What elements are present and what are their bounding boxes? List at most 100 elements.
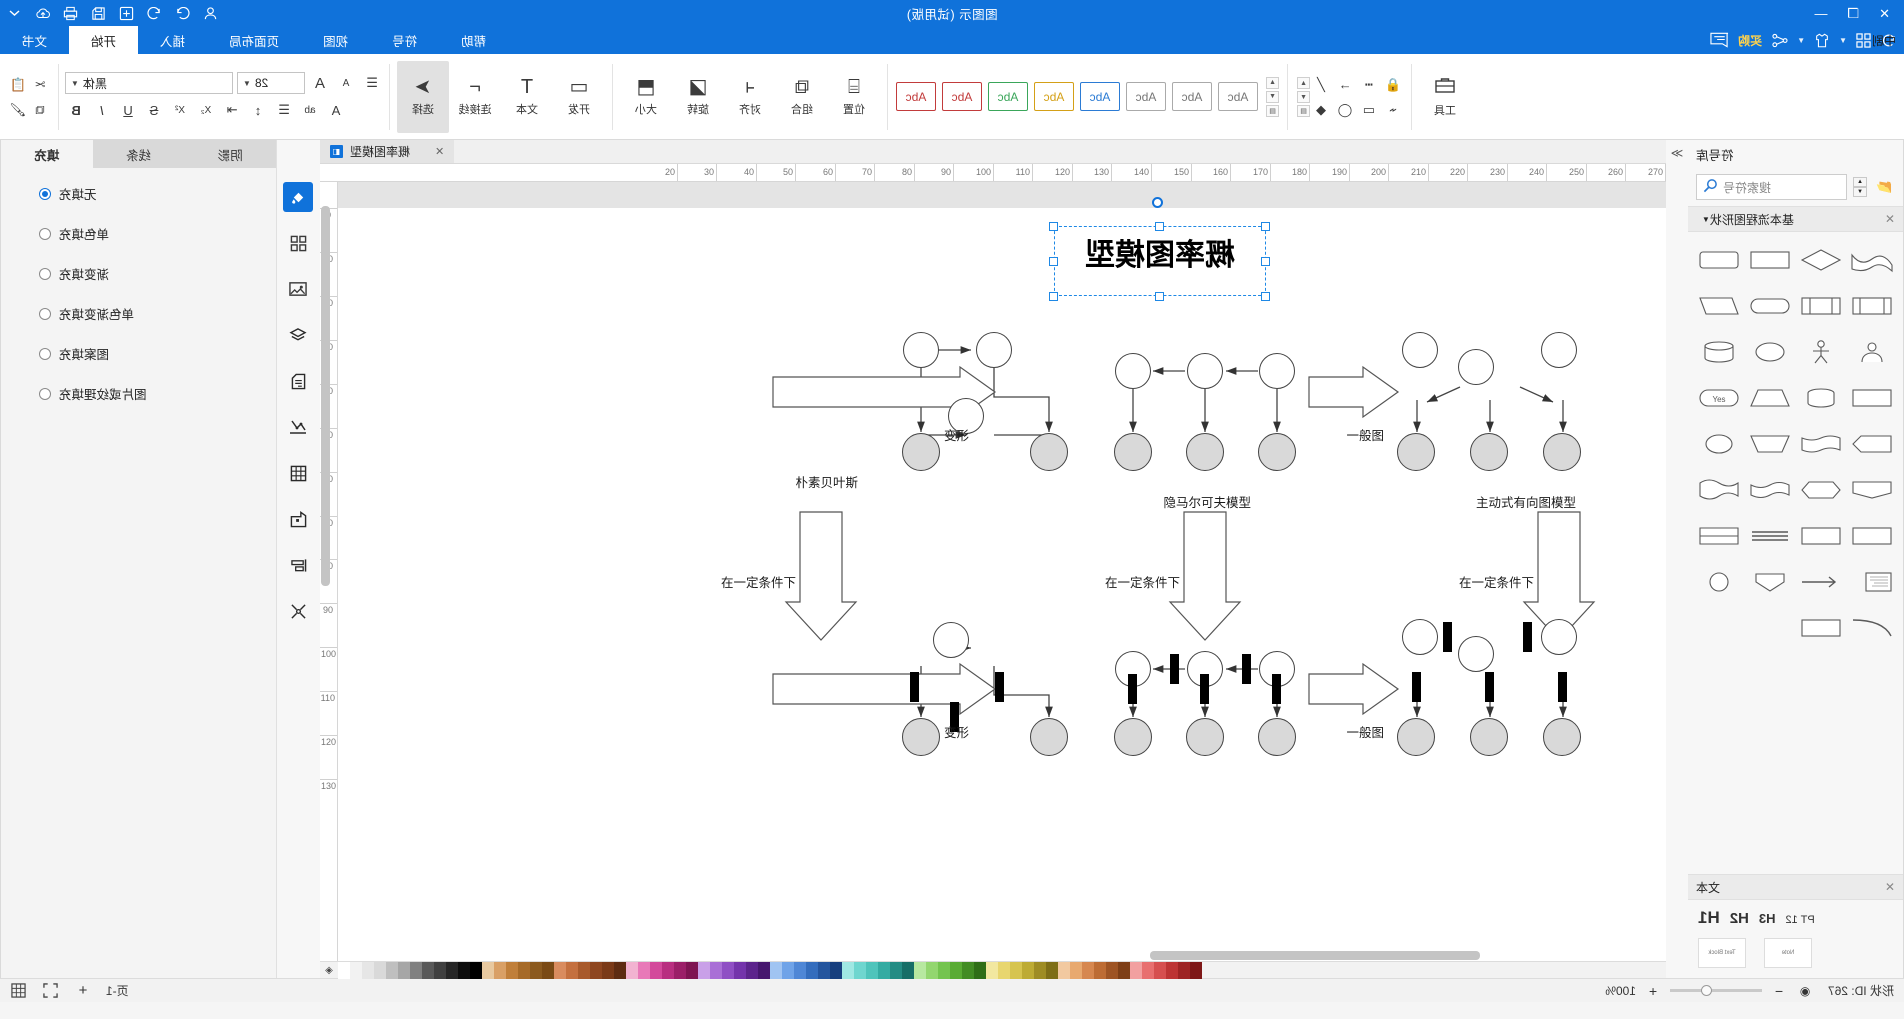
graph-node[interactable] — [1541, 619, 1577, 655]
palette-swatch[interactable] — [614, 962, 626, 979]
gallery-scroll-buttons[interactable]: ▲ ▼ ▤ — [1266, 76, 1279, 117]
shape-scroll-up[interactable]: ▲ — [1297, 77, 1310, 89]
stencil-shape-circle[interactable] — [1747, 334, 1792, 370]
gallery-scroll-up[interactable]: ▲ — [1266, 76, 1279, 89]
palette-swatch[interactable] — [914, 962, 926, 979]
handle-ml[interactable] — [1261, 257, 1270, 266]
palette-swatch[interactable] — [1094, 962, 1106, 979]
image-tool-icon[interactable] — [284, 274, 314, 304]
stencil-shape-oval[interactable] — [1696, 426, 1741, 462]
palette-swatch[interactable] — [830, 962, 842, 979]
paragraph-align-button[interactable]: ☰ — [273, 99, 295, 121]
palette-swatch[interactable] — [374, 962, 386, 979]
palette-swatch[interactable] — [362, 962, 374, 979]
font-color-button[interactable]: A — [325, 99, 347, 121]
shape-arrow-icon[interactable]: → — [1334, 74, 1356, 96]
palette-swatch[interactable] — [710, 962, 722, 979]
fit-page-icon[interactable]: ◉ — [1796, 982, 1814, 1000]
graph-node-observed[interactable] — [1543, 718, 1581, 756]
style-swatch[interactable]: Abc — [1034, 82, 1074, 111]
factor-bar[interactable] — [1523, 622, 1532, 652]
graph-node-observed[interactable] — [1258, 718, 1296, 756]
spin-down[interactable]: ▼ — [1853, 187, 1867, 197]
subscript-button[interactable]: X₂ — [195, 99, 217, 121]
palette-swatch[interactable] — [470, 962, 482, 979]
color-palette[interactable]: ◈ — [320, 961, 1666, 979]
palette-swatch[interactable] — [686, 962, 698, 979]
highlight-color-button[interactable]: ab — [299, 99, 321, 121]
fill-option-solid[interactable]: 单色填充 — [17, 224, 276, 243]
shape-more-icon[interactable]: ⌁ — [1382, 99, 1404, 121]
palette-swatch[interactable] — [542, 962, 554, 979]
palette-swatch[interactable] — [626, 962, 638, 979]
add-page-button[interactable]: + — [74, 982, 92, 1000]
stencil-shape-rectangle[interactable] — [1747, 242, 1792, 278]
palette-swatch[interactable] — [794, 962, 806, 979]
underline-button[interactable]: U — [117, 99, 139, 121]
italic-button[interactable]: I — [91, 99, 113, 121]
table-tool-icon[interactable] — [284, 458, 314, 488]
palette-swatch[interactable] — [722, 962, 734, 979]
style-swatch[interactable]: Abc — [1218, 82, 1258, 111]
library-section-header[interactable]: ▼ 基本流程图形状 ✕ — [1688, 206, 1903, 232]
apps-caret-icon[interactable]: ▼ — [1839, 36, 1847, 45]
print-icon[interactable] — [62, 4, 80, 22]
palette-swatch[interactable] — [746, 962, 758, 979]
symbol-search-input[interactable]: 搜索符号 — [1696, 174, 1847, 200]
font-size-combo[interactable]: ▼ 28 — [237, 72, 305, 94]
factor-bar[interactable] — [1443, 622, 1452, 652]
zoom-slider-knob[interactable] — [1700, 985, 1712, 996]
document-tab[interactable]: ◧ 概率图模型 ✕ — [320, 140, 455, 163]
factor-bar[interactable] — [1200, 674, 1209, 704]
palette-swatch[interactable] — [518, 962, 530, 979]
palette-swatch[interactable] — [1070, 962, 1082, 979]
palette-swatch[interactable] — [1142, 962, 1154, 979]
fill-option-gradient[interactable]: 渐变填充 — [17, 264, 276, 283]
stencil-shape-diamond[interactable] — [1799, 242, 1844, 278]
stencil-shape-wave[interactable] — [1850, 242, 1895, 278]
graph-node[interactable] — [1458, 636, 1494, 672]
stencil-shape-yes-badge[interactable]: Yes — [1696, 380, 1741, 416]
shapes-tool-icon[interactable] — [284, 228, 314, 258]
style-swatch[interactable]: Abc — [896, 82, 936, 111]
grow-font-button[interactable]: A — [309, 72, 331, 94]
stencil-shape-tape[interactable] — [1799, 426, 1844, 462]
factor-bar[interactable] — [1170, 654, 1179, 684]
stencil-shape-arrow-left[interactable] — [1799, 564, 1844, 600]
panel-collapse-toggle[interactable]: ≫ — [1666, 140, 1688, 978]
stencil-shape-rounded-rect[interactable] — [1696, 242, 1741, 278]
palette-swatch[interactable] — [386, 962, 398, 979]
graph-node-observed[interactable] — [1258, 433, 1296, 471]
theme-shirt-icon[interactable] — [1814, 33, 1830, 48]
page-grid-icon[interactable] — [10, 982, 28, 1000]
size-button[interactable]: ⬒ 大小 — [620, 61, 672, 133]
text-block-thumb[interactable]: Text Block — [1698, 938, 1746, 968]
tab-file[interactable]: 文书 — [0, 26, 69, 54]
factor-bar[interactable] — [995, 672, 1004, 702]
stencil-shape-shield[interactable] — [1747, 564, 1792, 600]
graph-node[interactable] — [933, 622, 969, 658]
graph-node-observed[interactable] — [902, 718, 940, 756]
text-style-h2[interactable]: H2 — [1730, 910, 1749, 927]
handle-br[interactable] — [1049, 292, 1058, 301]
rotate-button[interactable]: ◪ 旋转 — [672, 61, 724, 133]
library-spinner[interactable]: ▲ ▼ — [1853, 177, 1867, 197]
palette-swatch[interactable] — [1166, 962, 1178, 979]
palette-swatch[interactable] — [1034, 962, 1046, 979]
style-swatch[interactable]: Abc — [942, 82, 982, 111]
graph-node[interactable] — [1402, 619, 1438, 655]
palette-swatch[interactable] — [962, 962, 974, 979]
handle-tc[interactable] — [1155, 222, 1164, 231]
graph-node[interactable] — [1458, 349, 1494, 385]
share-nodes-icon[interactable] — [1771, 33, 1788, 48]
group-button[interactable]: ⧉ 组合 — [776, 61, 828, 133]
comment-icon[interactable] — [1710, 32, 1729, 48]
palette-swatch[interactable] — [974, 962, 986, 979]
palette-swatch[interactable] — [1130, 962, 1142, 979]
zoom-level-label[interactable]: 100% — [1605, 984, 1636, 998]
zoom-in-button[interactable]: + — [1644, 982, 1662, 1000]
buy-now-button[interactable]: 买购 — [1738, 32, 1762, 49]
fill-option-pattern[interactable]: 图案填充 — [17, 344, 276, 363]
graph-node[interactable] — [1541, 332, 1577, 368]
graph-node-observed[interactable] — [1186, 433, 1224, 471]
